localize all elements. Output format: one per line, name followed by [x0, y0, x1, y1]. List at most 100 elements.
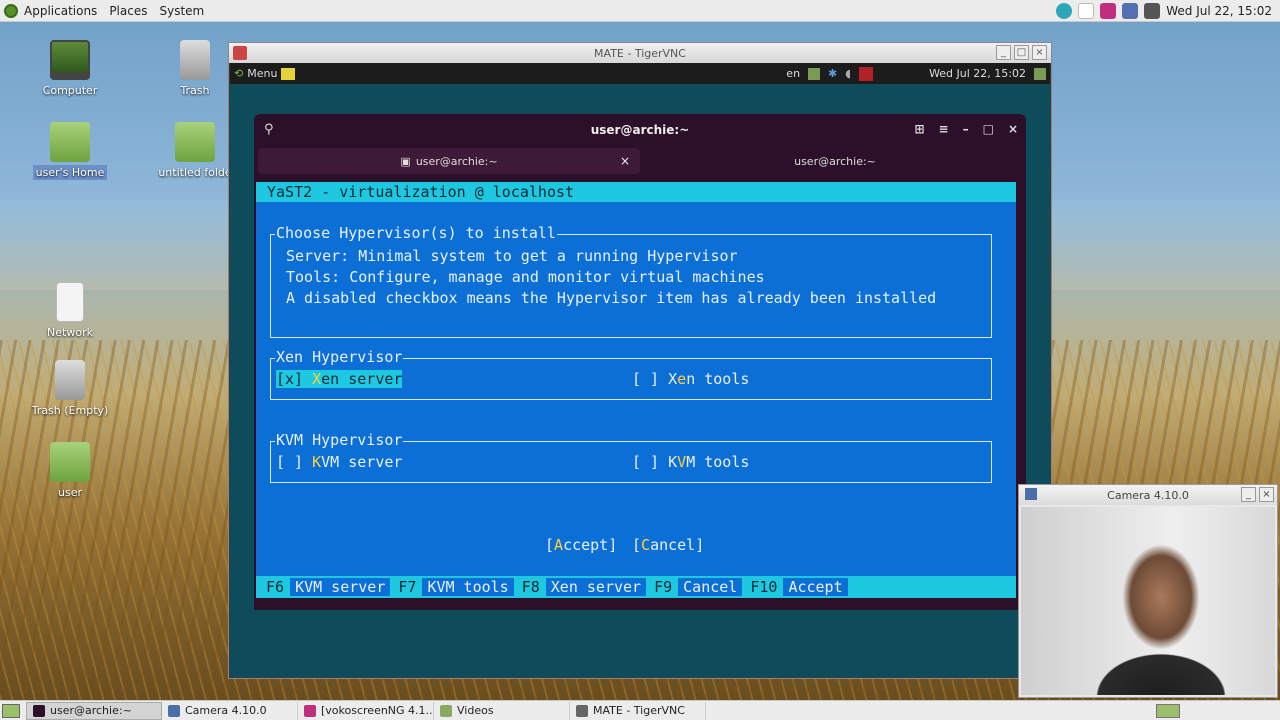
taskbar-item-label: user@archie:~	[50, 704, 132, 717]
top-panel: Applications Places System Wed Jul 22, 1…	[0, 0, 1280, 22]
tigervnc-icon	[233, 46, 247, 60]
taskbar-item-vokoscreen[interactable]: [vokoscreenNG 4.1...	[298, 701, 434, 720]
fkey-f8[interactable]: F8	[522, 578, 546, 596]
hypervisor-info-frame: Choose Hypervisor(s) to install Server: …	[270, 224, 992, 338]
folder-icon	[175, 122, 215, 162]
remote-top-panel: ⟲ Menu en ✱ ◖ Wed Jul 22, 15:02	[230, 63, 1050, 84]
hotkey-letter: A	[554, 536, 564, 554]
checkbox-state: [ ]	[632, 370, 660, 388]
terminal-headerbar[interactable]: ⚲ user@archie:~ ⊞ ≡ – □ ×	[254, 114, 1026, 146]
desktop-icon-network[interactable]: Network	[30, 282, 110, 339]
clipboard-icon[interactable]	[1078, 2, 1095, 19]
taskbar-item-terminal[interactable]: user@archie:~	[26, 701, 162, 720]
cancel-button[interactable]: [Cancel]	[632, 536, 704, 554]
kvm-hypervisor-frame: KVM Hypervisor [ ] KVM server [ ] KVM to…	[270, 431, 992, 483]
remote-lang-indicator[interactable]: en	[786, 67, 800, 80]
checkbox-label: M tools	[686, 453, 750, 471]
yast-screen[interactable]: YaST2 - virtualization @ localhost Choos…	[256, 182, 1016, 598]
remote-volume-icon[interactable]: ◖	[845, 67, 851, 80]
close-button[interactable]: ×	[1259, 487, 1274, 502]
xen-hypervisor-frame: Xen Hypervisor [x] Xen server [ ] Xen to…	[270, 348, 992, 400]
remote-clock[interactable]: Wed Jul 22, 15:02	[929, 67, 1026, 80]
hamburger-menu-icon[interactable]: ≡	[939, 122, 949, 136]
terminal-tab-2[interactable]: user@archie:~	[644, 146, 1026, 176]
menu-system[interactable]: System	[153, 4, 210, 18]
vokoscreen-icon	[304, 704, 316, 717]
terminal-tab-icon: ▣	[400, 154, 411, 168]
checkbox-label-start: K	[668, 453, 678, 471]
remote-tray-icon[interactable]	[808, 67, 821, 80]
fkey-f7[interactable]: F7	[398, 578, 422, 596]
terminal-tab-label: user@archie:~	[415, 154, 498, 168]
fkey-f6[interactable]: F6	[266, 578, 290, 596]
kvm-tools-checkbox[interactable]: [ ] KVM tools	[632, 453, 749, 471]
terminal-title: user@archie:~	[590, 123, 690, 137]
xen-tools-checkbox[interactable]: [ ] Xen tools	[632, 370, 749, 388]
remote-show-desktop-icon[interactable]	[1034, 67, 1046, 80]
minimize-icon[interactable]: –	[963, 122, 969, 136]
menu-applications[interactable]: Applications	[18, 4, 103, 18]
terminal-icon	[33, 704, 45, 717]
vnc-titlebar[interactable]: MATE - TigerVNC _ □ ×	[229, 43, 1051, 63]
tigervnc-icon	[576, 704, 588, 717]
terminal-tab-label: user@archie:~	[794, 154, 876, 168]
checkbox-state: [x]	[276, 370, 304, 388]
checkbox-label: VM server	[321, 453, 403, 471]
bluetooth-icon[interactable]: ✱	[828, 67, 837, 80]
terminal-tab-1[interactable]: ▣ user@archie:~ ×	[258, 148, 640, 174]
button-label: ancel]	[650, 536, 705, 554]
taskbar-item-tigervnc[interactable]: MATE - TigerVNC	[570, 701, 706, 720]
maximize-button[interactable]: □	[1014, 45, 1029, 60]
fkey-f9[interactable]: F9	[654, 578, 678, 596]
minimize-button[interactable]: _	[996, 45, 1011, 60]
workspace-switcher[interactable]	[1156, 703, 1180, 718]
maximize-icon[interactable]: □	[983, 122, 994, 136]
screen-record-icon[interactable]	[1100, 2, 1117, 19]
hotkey-letter: C	[641, 536, 651, 554]
update-icon[interactable]	[1056, 2, 1073, 19]
close-icon[interactable]: ×	[1008, 122, 1018, 136]
fkey-f10[interactable]: F10	[750, 578, 783, 596]
top-clock[interactable]: Wed Jul 22, 15:02	[1166, 4, 1272, 18]
desktop-icon-trash[interactable]: Trash	[155, 40, 235, 97]
desktop-icon-user[interactable]: user	[30, 442, 110, 499]
minimize-button[interactable]: _	[1241, 487, 1256, 502]
fkey-f8-label[interactable]: Xen server	[545, 578, 647, 596]
accept-button[interactable]: [Accept]	[545, 536, 617, 554]
taskbar-item-label: Camera 4.10.0	[185, 704, 267, 717]
kvm-server-checkbox[interactable]: [ ] KVM server	[276, 453, 402, 471]
camera-titlebar[interactable]: Camera 4.10.0 _ ×	[1019, 485, 1277, 505]
xen-server-checkbox[interactable]: [x] Xen server	[276, 370, 403, 388]
fkey-f9-label[interactable]: Cancel	[678, 578, 743, 596]
camera-title: Camera 4.10.0	[1107, 488, 1189, 502]
remote-record-icon[interactable]	[859, 66, 874, 81]
desktop-icon-computer[interactable]: Computer	[30, 40, 110, 97]
tab-close-icon[interactable]: ×	[620, 154, 630, 168]
volume-icon[interactable]	[1144, 2, 1161, 19]
taskbar-item-videos[interactable]: Videos	[434, 701, 570, 720]
close-button[interactable]: ×	[1032, 45, 1047, 60]
mate-logo-icon	[4, 3, 18, 18]
fkey-f10-label[interactable]: Accept	[783, 578, 848, 596]
desktop-icon-users-home[interactable]: user's Home	[30, 122, 110, 180]
fkey-f7-label[interactable]: KVM tools	[422, 578, 514, 596]
desktop-icon-label: Network	[47, 326, 93, 339]
desktop-icon-label: Trash (Empty)	[31, 404, 109, 417]
search-icon[interactable]: ⚲	[264, 122, 274, 137]
desktop-icon-trash-empty[interactable]: Trash (Empty)	[30, 360, 110, 417]
bracket: [	[545, 536, 555, 554]
terminal-window: ⚲ user@archie:~ ⊞ ≡ – □ × ▣ user@archie:…	[254, 114, 1026, 610]
vnc-title: MATE - TigerVNC	[594, 46, 686, 60]
remote-menu-button[interactable]: ⟲ Menu	[234, 67, 296, 80]
hotkey-letter: K	[312, 453, 322, 471]
notes-icon[interactable]	[281, 67, 296, 80]
desktop-icon-untitled-folder[interactable]: untitled folde	[155, 122, 235, 179]
camera-app-icon	[1025, 488, 1037, 500]
new-tab-icon[interactable]: ⊞	[914, 122, 924, 136]
network-icon[interactable]	[1122, 2, 1139, 19]
show-desktop-icon[interactable]	[2, 703, 20, 718]
fkey-f6-label[interactable]: KVM server	[290, 578, 391, 596]
taskbar-item-camera[interactable]: Camera 4.10.0	[162, 701, 298, 720]
menu-places[interactable]: Places	[103, 4, 153, 18]
home-folder-icon	[50, 442, 90, 482]
